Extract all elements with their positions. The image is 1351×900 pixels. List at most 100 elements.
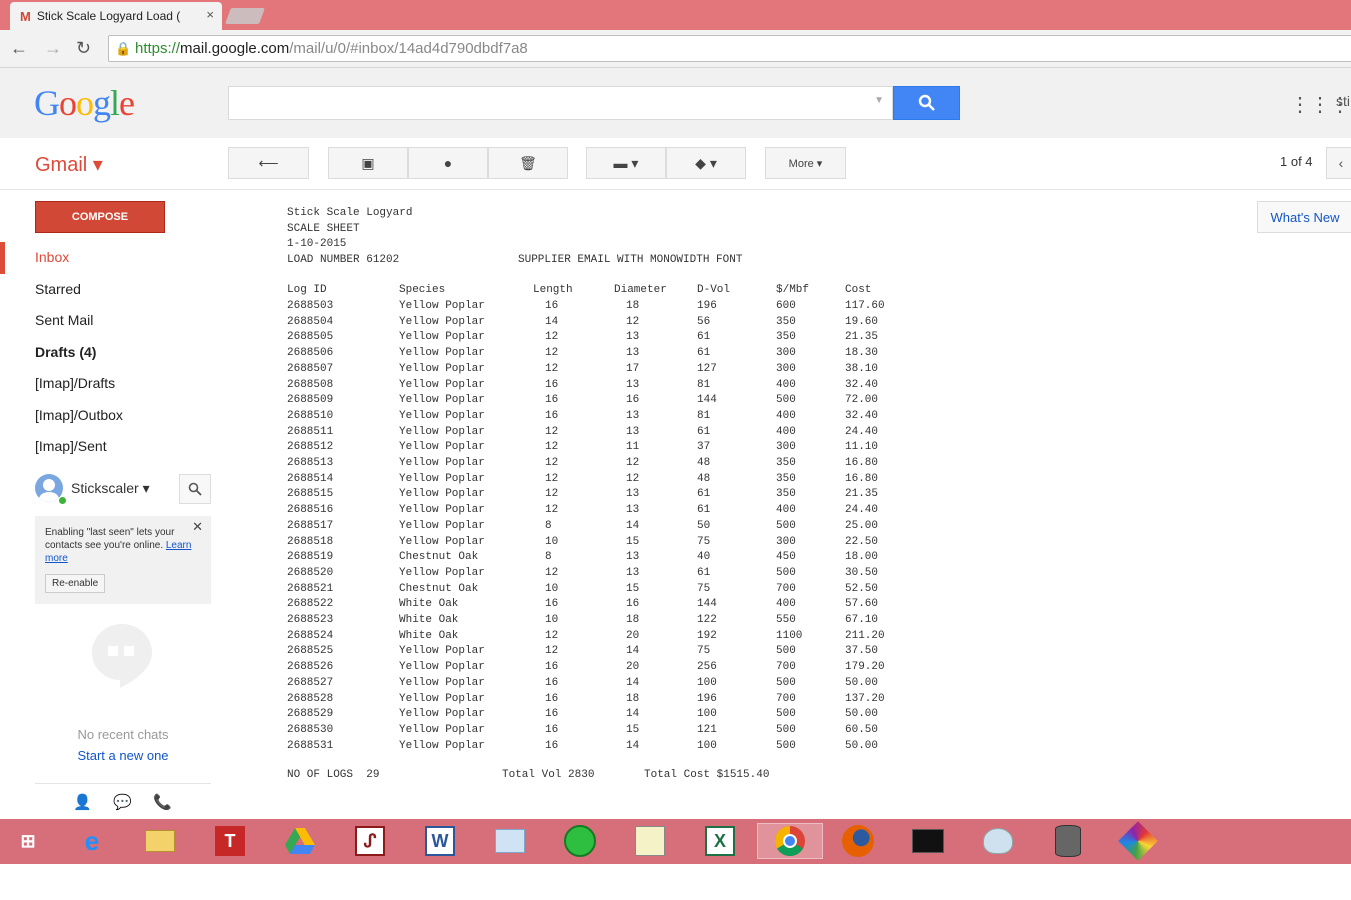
cell-species: Yellow Poplar: [399, 425, 485, 438]
word-icon[interactable]: W: [420, 823, 460, 859]
reload-icon[interactable]: ↻: [76, 38, 91, 59]
file-explorer-icon[interactable]: [140, 823, 180, 859]
cell-cost: 18.00: [845, 551, 879, 564]
cell-diameter: 17: [626, 362, 640, 375]
contacts-person-icon[interactable]: 👤: [73, 793, 92, 811]
cell-log-id: 2688529: [287, 708, 334, 721]
terminal-icon[interactable]: [908, 823, 948, 859]
cell-cost: 50.00: [845, 708, 879, 721]
cell-diameter: 14: [626, 645, 640, 658]
cell-log-id: 2688514: [287, 472, 334, 485]
url-input[interactable]: 🔒 https://mail.google.com/mail/u/0/#inbo…: [108, 35, 1351, 62]
cell-price-mbf: 500: [776, 739, 796, 752]
cell-price-mbf: 700: [776, 661, 796, 674]
cell-length: 16: [545, 300, 559, 312]
cell-length: 16: [545, 598, 559, 611]
new-tab-button[interactable]: [225, 8, 265, 24]
back-arrow-icon[interactable]: ←: [10, 38, 28, 59]
google-drive-icon[interactable]: [280, 823, 320, 859]
cell-cost: 50.00: [845, 739, 879, 752]
paint-icon[interactable]: [978, 823, 1018, 859]
cell-price-mbf: 400: [776, 409, 796, 422]
back-to-inbox-button[interactable]: ⟵: [228, 147, 309, 179]
cell-diameter: 15: [626, 582, 640, 595]
cell-species: White Oak: [399, 614, 459, 626]
cell-log-id: 2688531: [287, 739, 334, 752]
table-row: 2688527 Yellow Poplar 16 14 100 500 50.00: [0, 677, 1351, 693]
whats-new-button[interactable]: What's New: [1257, 201, 1351, 233]
cell-price-mbf: 600: [776, 300, 796, 312]
address-bar-row: ← → ↻ 🔒 https://mail.google.com/mail/u/0…: [0, 30, 1351, 68]
url-host: mail.google.com: [180, 40, 290, 57]
footer-log-count: NO OF LOGS 29: [287, 769, 380, 781]
cell-species: White Oak: [399, 629, 459, 642]
cell-species: Yellow Poplar: [399, 692, 485, 705]
report-spam-button[interactable]: ●: [408, 147, 488, 179]
typora-icon[interactable]: T: [210, 823, 250, 859]
cell-diameter: 18: [626, 692, 640, 705]
message-header-line-1: Stick Scale Logyard: [287, 207, 413, 219]
acrobat-icon[interactable]: ᔑ: [350, 823, 390, 859]
cell-log-id: 2688525: [287, 645, 334, 658]
cell-length: 8: [545, 551, 552, 564]
tab-close-icon[interactable]: ×: [206, 7, 214, 22]
cell-length: 12: [545, 425, 559, 438]
more-button[interactable]: More ▾: [765, 147, 846, 179]
cell-d-vol: 40: [697, 551, 711, 564]
move-to-button[interactable]: ▬ ▾: [586, 147, 666, 179]
account-name[interactable]: sti: [1336, 93, 1350, 109]
cell-cost: 16.80: [845, 472, 879, 485]
app-icon[interactable]: [1118, 821, 1158, 861]
cell-cost: 38.10: [845, 362, 879, 375]
cell-price-mbf: 500: [776, 394, 796, 407]
cell-log-id: 2688524: [287, 629, 334, 642]
cell-log-id: 2688515: [287, 488, 334, 501]
cell-species: Chestnut Oak: [399, 551, 479, 564]
cell-length: 10: [545, 582, 559, 595]
table-row: 2688511 Yellow Poplar 12 13 61 400 24.40: [0, 426, 1351, 442]
forward-arrow-icon[interactable]: →: [44, 38, 62, 59]
search-input[interactable]: ▼: [228, 86, 893, 120]
cell-price-mbf: 350: [776, 488, 796, 501]
delete-button[interactable]: 🗑: [488, 147, 568, 179]
sidebar-item-inbox[interactable]: Inbox: [0, 242, 212, 274]
newer-button[interactable]: ‹: [1326, 147, 1351, 179]
cell-cost: 211.20: [845, 629, 885, 642]
cell-price-mbf: 500: [776, 708, 796, 721]
cell-diameter: 13: [626, 504, 640, 517]
internet-explorer-icon[interactable]: e: [72, 823, 112, 859]
photos-icon[interactable]: [490, 823, 530, 859]
gmail-menu[interactable]: Gmail ▾: [35, 152, 103, 177]
cell-species: Yellow Poplar: [399, 331, 485, 344]
notepad-icon[interactable]: [630, 823, 670, 859]
cell-cost: 32.40: [845, 409, 879, 422]
database-icon[interactable]: [1048, 823, 1088, 859]
table-row: 2688530 Yellow Poplar 16 15 121 500 60.50: [0, 724, 1351, 740]
cell-diameter: 14: [626, 519, 640, 532]
cell-d-vol: 75: [697, 645, 711, 658]
cell-log-id: 2688508: [287, 378, 334, 391]
search-options-caret-icon[interactable]: ▼: [874, 95, 884, 106]
cell-cost: 60.50: [845, 723, 879, 736]
cell-cost: 11.10: [845, 441, 879, 454]
excel-icon[interactable]: X: [700, 823, 740, 859]
windows-start-icon[interactable]: ⊞: [8, 823, 48, 859]
cell-d-vol: 75: [697, 535, 711, 548]
cell-log-id: 2688507: [287, 362, 334, 375]
table-row: 2688519 Chestnut Oak 8 13 40 450 18.00: [0, 551, 1351, 567]
archive-button[interactable]: ▣: [328, 147, 408, 179]
search-button[interactable]: [893, 86, 960, 120]
phone-icon[interactable]: 📞: [153, 793, 172, 811]
firefox-icon[interactable]: [838, 823, 878, 859]
chrome-icon[interactable]: [757, 823, 823, 859]
cell-cost: 50.00: [845, 676, 879, 689]
hangouts-chat-icon[interactable]: 💬: [113, 793, 132, 811]
compose-button[interactable]: COMPOSE: [35, 201, 165, 233]
spotify-icon[interactable]: [560, 823, 600, 859]
cell-price-mbf: 500: [776, 566, 796, 579]
google-logo[interactable]: Google: [34, 82, 135, 124]
cell-d-vol: 122: [697, 614, 717, 626]
browser-tab[interactable]: M Stick Scale Logyard Load ( ×: [10, 2, 222, 30]
table-row: 2688505 Yellow Poplar 12 13 61 350 21.35: [0, 331, 1351, 347]
labels-button[interactable]: ◆ ▾: [666, 147, 746, 179]
